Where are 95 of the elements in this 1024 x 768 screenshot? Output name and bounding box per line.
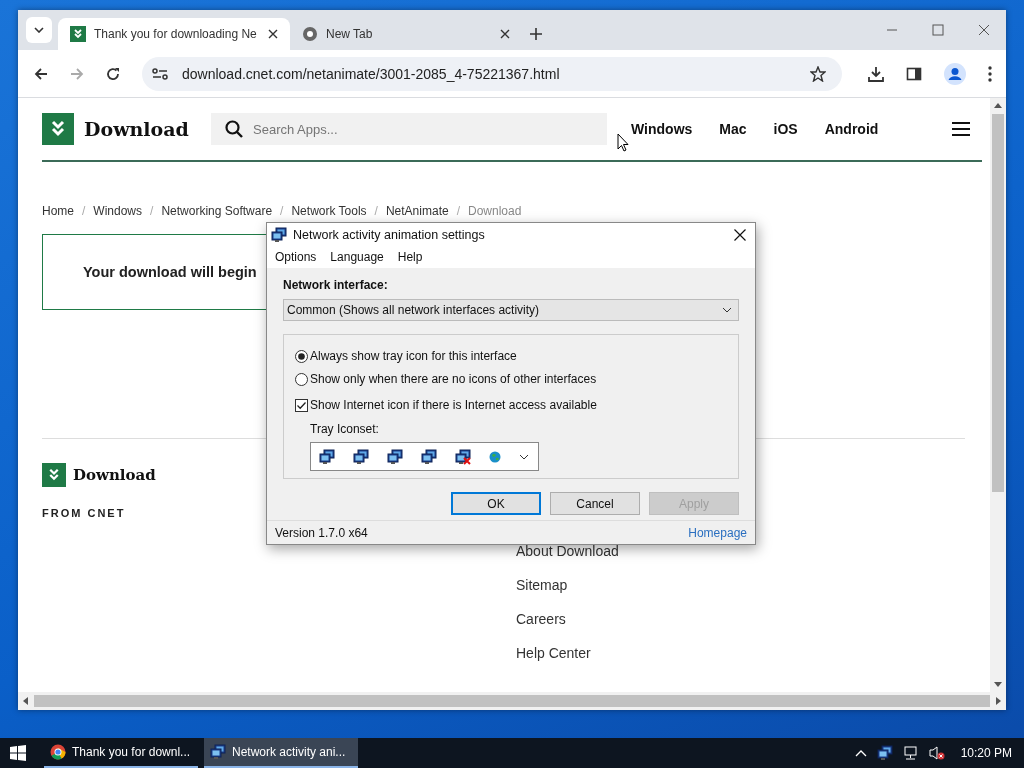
new-tab-icon[interactable] bbox=[530, 28, 542, 40]
radio-button[interactable] bbox=[295, 349, 308, 363]
download-logo-icon bbox=[70, 26, 86, 42]
dialog-button[interactable]: OK bbox=[451, 492, 541, 515]
breadcrumb-link[interactable]: Networking Software bbox=[161, 204, 273, 218]
breadcrumb-separator: / bbox=[374, 204, 378, 218]
back-icon[interactable] bbox=[34, 66, 48, 81]
breadcrumb-link[interactable]: Windows bbox=[93, 204, 143, 218]
vertical-scrollbar[interactable] bbox=[990, 98, 1006, 692]
volume-muted-icon[interactable] bbox=[928, 745, 945, 761]
footer-link[interactable]: Help Center bbox=[516, 645, 619, 661]
close-icon[interactable] bbox=[500, 29, 510, 39]
url-text: download.cnet.com/netanimate/3001-2085_4-75221367.html bbox=[182, 65, 561, 82]
clock[interactable]: 10:20 PM bbox=[960, 746, 1012, 760]
nav-link[interactable]: Android bbox=[824, 121, 879, 137]
menu-item[interactable]: Language bbox=[330, 250, 384, 264]
chevron-down-icon bbox=[722, 307, 732, 313]
chevron-down-icon bbox=[34, 27, 44, 33]
monitors-icon bbox=[421, 448, 437, 465]
option-label[interactable]: Show only when there are no icons of other interfaces bbox=[310, 372, 597, 386]
scroll-left-icon[interactable] bbox=[22, 697, 28, 705]
download-logo-icon bbox=[42, 463, 66, 487]
scroll-down-icon[interactable] bbox=[994, 682, 1002, 688]
tab-search-button[interactable] bbox=[26, 17, 52, 43]
breadcrumb-separator: / bbox=[82, 204, 86, 218]
menu-item[interactable]: Help bbox=[397, 250, 423, 264]
profile-icon[interactable] bbox=[944, 62, 966, 85]
close-icon[interactable] bbox=[268, 29, 278, 39]
monitors-icon bbox=[319, 448, 335, 465]
mouse-cursor-icon bbox=[617, 133, 629, 152]
address-bar[interactable]: download.cnet.com/netanimate/3001-2085_4-75221367.html bbox=[142, 56, 842, 91]
footer-logo-text[interactable]: Download bbox=[73, 466, 156, 484]
network-icon[interactable] bbox=[902, 745, 919, 761]
nav-link[interactable]: iOS bbox=[773, 121, 798, 137]
taskbar-button[interactable]: Thank you for downl... bbox=[44, 738, 198, 768]
scrollbar-thumb[interactable] bbox=[992, 114, 1004, 492]
download-message: Your download will begin bbox=[83, 264, 257, 280]
monitors-error-icon bbox=[455, 448, 471, 465]
chevron-down-icon bbox=[519, 453, 529, 460]
footer-link[interactable]: Sitemap bbox=[516, 577, 619, 593]
app-icon bbox=[271, 226, 287, 243]
network-tray-icon bbox=[876, 745, 893, 761]
dropdown-value: Common (Shows all network interfaces activity) bbox=[287, 303, 540, 317]
breadcrumb-separator: / bbox=[456, 204, 460, 218]
chrome-icon bbox=[50, 744, 66, 760]
scrollbar-thumb[interactable] bbox=[34, 695, 990, 707]
homepage-link[interactable]: Homepage bbox=[688, 525, 747, 540]
breadcrumb-link[interactable]: Home bbox=[42, 204, 74, 218]
option-label[interactable]: Show Internet icon if there is Internet access available bbox=[310, 398, 597, 412]
star-icon[interactable] bbox=[810, 65, 826, 82]
menu-icon[interactable] bbox=[952, 121, 970, 137]
breadcrumb-link[interactable]: NetAnimate bbox=[385, 204, 449, 218]
checkbox[interactable] bbox=[295, 398, 308, 412]
tab-title: Thank you for downloading Ne bbox=[94, 27, 258, 41]
dialog-title: Network activity animation settings bbox=[293, 227, 485, 242]
taskbar-button[interactable]: Network activity ani... bbox=[204, 738, 358, 768]
search-icon bbox=[225, 120, 243, 138]
browser-tab[interactable]: Thank you for downloading Ne bbox=[58, 18, 290, 50]
monitors-icon bbox=[387, 448, 403, 465]
scroll-up-icon[interactable] bbox=[994, 102, 1002, 108]
download-logo-icon bbox=[42, 113, 74, 145]
reload-icon[interactable] bbox=[106, 66, 120, 81]
side-panel-icon[interactable] bbox=[906, 65, 922, 82]
site-logo-text[interactable]: Download bbox=[84, 118, 189, 140]
option-label[interactable]: Always show tray icon for this interface bbox=[310, 349, 517, 363]
menu-item[interactable]: Options bbox=[275, 250, 317, 264]
search-field[interactable]: Search Apps... bbox=[211, 113, 607, 145]
footer-link[interactable]: Careers bbox=[516, 611, 619, 627]
iconset-dropdown[interactable] bbox=[310, 442, 539, 471]
scroll-right-icon[interactable] bbox=[996, 697, 1002, 705]
breadcrumb-separator: / bbox=[150, 204, 154, 218]
tab-title: New Tab bbox=[326, 27, 374, 41]
breadcrumb-separator: / bbox=[280, 204, 284, 218]
horizontal-scrollbar[interactable] bbox=[18, 692, 1006, 710]
footer-link[interactable]: About Download bbox=[516, 543, 619, 559]
version-text: Version 1.7.0 x64 bbox=[275, 525, 368, 540]
download-icon[interactable] bbox=[868, 65, 884, 82]
interface-dropdown[interactable]: Common (Shows all network interfaces activity) bbox=[283, 299, 739, 321]
close-icon[interactable] bbox=[734, 228, 746, 241]
nav-link[interactable]: Mac bbox=[719, 121, 747, 137]
field-label: Tray Iconset: bbox=[310, 422, 380, 436]
nav-link[interactable]: Windows bbox=[631, 121, 693, 137]
browser-tab[interactable]: New Tab bbox=[290, 18, 522, 50]
app-icon bbox=[210, 744, 226, 760]
monitors-icon bbox=[353, 448, 369, 465]
field-label: Network interface: bbox=[283, 278, 389, 292]
maximize-icon[interactable] bbox=[932, 24, 944, 36]
site-settings-icon[interactable] bbox=[152, 66, 168, 81]
windows-start-icon[interactable] bbox=[10, 745, 26, 761]
menu-icon[interactable] bbox=[988, 65, 992, 82]
radio-button[interactable] bbox=[295, 372, 308, 386]
chevron-up-icon[interactable] bbox=[854, 749, 867, 757]
dialog-button[interactable]: Cancel bbox=[550, 492, 640, 515]
breadcrumb-link[interactable]: Network Tools bbox=[291, 204, 367, 218]
footer-heading: FROM CNET bbox=[42, 507, 127, 519]
